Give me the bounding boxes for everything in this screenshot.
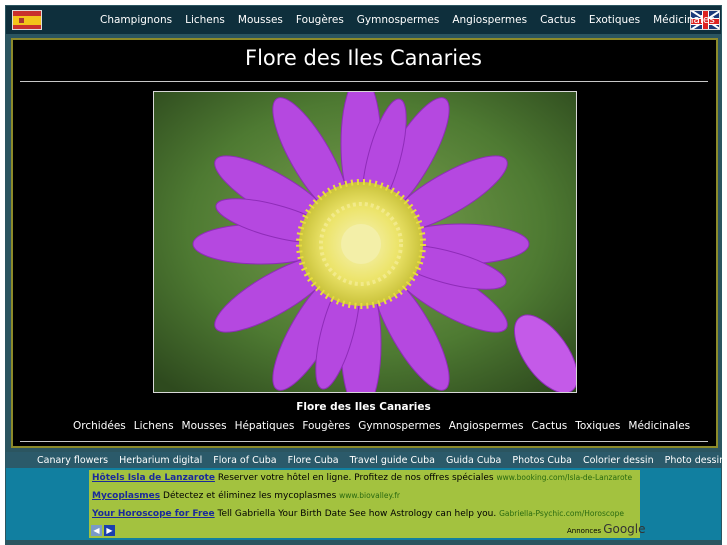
link-travel-guide-cuba[interactable]: Travel guide Cuba: [350, 455, 435, 466]
topnav-angiospermes[interactable]: Angiospermes: [452, 14, 527, 26]
ad-attribution[interactable]: Annonces Google: [567, 522, 646, 536]
section-nav: Orchidées Lichens Mousses Hépatiques Fou…: [73, 420, 690, 432]
ad-block: Hôtels Isla de Lanzarote Reserver votre …: [89, 470, 640, 538]
ad-attribution-label: Annonces: [567, 527, 602, 535]
google-logo: Google: [603, 522, 646, 536]
ad-title[interactable]: Hôtels Isla de Lanzarote: [92, 473, 215, 483]
ad-item: Hôtels Isla de Lanzarote Reserver votre …: [92, 473, 632, 483]
nav-orchidees[interactable]: Orchidées: [73, 420, 126, 432]
nav-gymnospermes[interactable]: Gymnospermes: [358, 420, 441, 432]
partner-links: Canary flowers Herbarium digital Flora o…: [37, 455, 725, 466]
divider: [20, 441, 708, 442]
nav-lichens[interactable]: Lichens: [134, 420, 174, 432]
nav-toxiques[interactable]: Toxiques: [575, 420, 620, 432]
link-photos-cuba[interactable]: Photos Cuba: [512, 455, 572, 466]
link-canary-flowers[interactable]: Canary flowers: [37, 455, 108, 466]
ad-url[interactable]: www.biovalley.fr: [339, 491, 400, 500]
divider: [20, 81, 708, 82]
nav-fougeres[interactable]: Fougères: [302, 420, 350, 432]
link-guida-cuba[interactable]: Guida Cuba: [446, 455, 501, 466]
topnav-lichens[interactable]: Lichens: [185, 14, 225, 26]
photo-caption: Flore des Iles Canaries: [296, 401, 431, 413]
link-flora-of-cuba[interactable]: Flora of Cuba: [213, 455, 276, 466]
link-colorier-dessin[interactable]: Colorier dessin: [583, 455, 654, 466]
page-title: Flore des Iles Canaries: [245, 46, 482, 70]
nav-mousses[interactable]: Mousses: [182, 420, 227, 432]
nav-angiospermes[interactable]: Angiospermes: [449, 420, 524, 432]
ad-text: Tell Gabriella Your Birth Date See how A…: [217, 509, 497, 519]
topnav-medicinales[interactable]: Médicinales: [653, 14, 715, 26]
arrow-right-icon[interactable]: ▶: [104, 525, 115, 536]
topnav-gymnospermes[interactable]: Gymnospermes: [357, 14, 440, 26]
link-photo-dessin[interactable]: Photo dessin: [665, 455, 726, 466]
ad-title[interactable]: Mycoplasmes: [92, 491, 160, 501]
ad-item: Your Horoscope for Free Tell Gabriella Y…: [92, 509, 624, 519]
nav-hepatiques[interactable]: Hépatiques: [235, 420, 295, 432]
link-herbarium-digital[interactable]: Herbarium digital: [119, 455, 202, 466]
topnav-cactus[interactable]: Cactus: [540, 14, 576, 26]
ad-item: Mycoplasmes Détectez et éliminez les myc…: [92, 491, 400, 501]
arrow-left-icon[interactable]: ◀: [91, 525, 102, 536]
topnav-fougeres[interactable]: Fougères: [296, 14, 344, 26]
ad-title[interactable]: Your Horoscope for Free: [92, 509, 215, 519]
nav-medicinales[interactable]: Médicinales: [628, 420, 690, 432]
ad-url[interactable]: Gabriella-Psychic.com/Horoscope: [499, 509, 624, 518]
flower-photo: [153, 91, 577, 393]
ad-url[interactable]: www.booking.com/Isla-de-Lanzarote: [497, 473, 633, 482]
top-nav: Champignons Lichens Mousses Fougères Gym…: [100, 14, 715, 26]
spain-flag-icon[interactable]: [12, 10, 42, 30]
topnav-champignons[interactable]: Champignons: [100, 14, 172, 26]
nav-cactus[interactable]: Cactus: [531, 420, 567, 432]
topnav-mousses[interactable]: Mousses: [238, 14, 283, 26]
ad-text: Détectez et éliminez les mycoplasmes: [163, 491, 337, 501]
topnav-exotiques[interactable]: Exotiques: [589, 14, 640, 26]
link-flore-cuba[interactable]: Flore Cuba: [288, 455, 339, 466]
ad-text: Reserver votre hôtel en ligne. Profitez …: [217, 473, 494, 483]
